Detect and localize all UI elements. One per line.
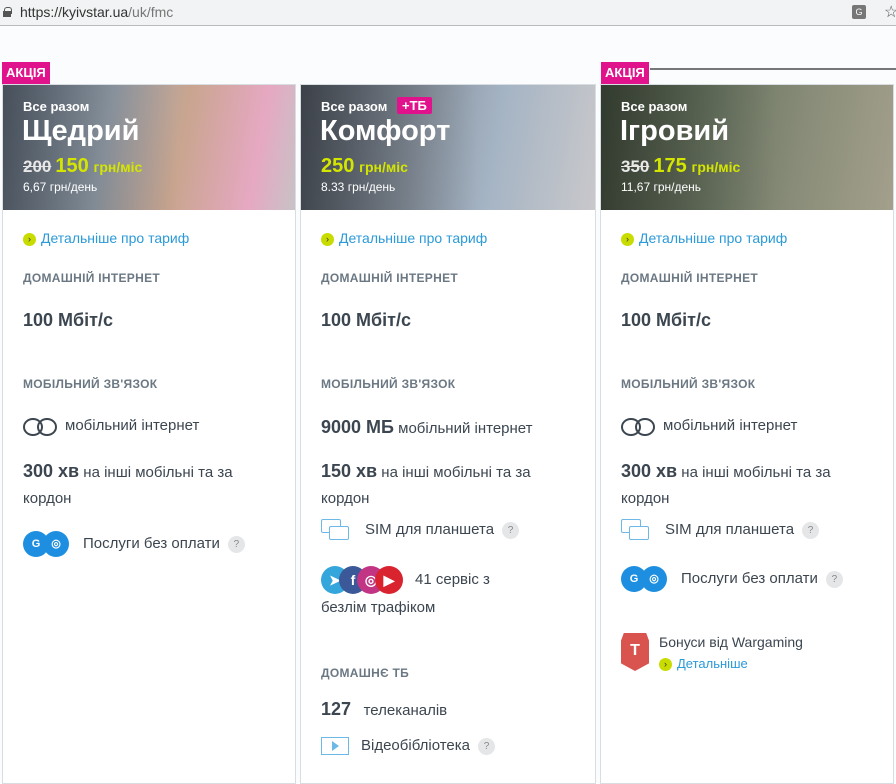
bundle-label: Все разом (621, 99, 688, 114)
internet-speed: 100 Мбіт/с (321, 310, 411, 330)
section-home-internet: ДОМАШНІЙ ІНТЕРНЕТ (23, 271, 161, 285)
tariff-price: 350 175 грн/міс (621, 155, 741, 177)
price-per-day: 8.33 грн/день (321, 180, 396, 194)
address-bar[interactable]: https://kyivstar.ua/uk/fmc G ☆ (0, 0, 896, 26)
infinity-icon (23, 417, 59, 437)
tariff-name: Комфорт (320, 115, 451, 147)
sim-tablet: SIM для планшета? (621, 519, 820, 541)
price-per-day: 6,67 грн/день (23, 180, 98, 194)
help-icon[interactable]: ? (502, 521, 520, 539)
infinity-icon (621, 417, 657, 437)
help-icon[interactable]: ? (227, 535, 245, 553)
promo-badge: АКЦІЯ (601, 62, 649, 84)
lock-icon (3, 7, 12, 17)
tariff-hero-image: Все разом +ТБ Комфорт 250 грн/міс 8.33 г… (301, 85, 595, 210)
tariff-price: 200 150 грн/міс (23, 155, 143, 177)
internet-speed: 100 Мбіт/с (23, 310, 113, 330)
translate-icon[interactable]: G (852, 5, 866, 19)
bookmark-star-icon[interactable]: ☆ (884, 2, 896, 22)
section-home-internet: ДОМАШНІЙ ІНТЕРНЕТ (321, 271, 459, 285)
chevron-right-icon: › (321, 232, 334, 246)
tariff-card-igrovyi: Все разом Ігровий 350 175 грн/міс 11,67 г… (600, 84, 894, 784)
section-mobile: МОБІЛЬНИЙ ЗВ'ЯЗОК (23, 377, 158, 391)
chevron-right-icon: › (23, 232, 36, 246)
social-apps-icon: ➤ f ◎ ▶ (321, 566, 405, 595)
free-services: G ◎ Послуги без оплати? (621, 566, 843, 592)
tariff-hero-image: Все разом Щедрий 200 150 грн/міс 6,67 грн… (3, 85, 295, 210)
minutes: 300 хв на інші мобільні та за кордон (621, 461, 831, 507)
chevron-right-icon: › (659, 658, 672, 672)
section-mobile: МОБІЛЬНИЙ ЗВ'ЯЗОК (321, 377, 456, 391)
tariff-details-link[interactable]: › Детальніше про тариф (621, 230, 787, 246)
sim-card-icon (621, 519, 651, 541)
sim-card-icon (321, 519, 351, 541)
services-icon: G ◎ (23, 531, 69, 557)
price-per-day: 11,67 грн/день (621, 180, 702, 194)
tariff-hero-image: Все разом Ігровий 350 175 грн/міс 11,67 г… (601, 85, 893, 210)
video-icon (321, 737, 349, 756)
help-icon[interactable]: ? (478, 737, 495, 755)
video-library: Відеобібліотека? (321, 737, 495, 756)
mobile-internet: мобільний інтернет (23, 417, 199, 437)
help-icon[interactable]: ? (825, 570, 843, 588)
bundle-label: Все разом (321, 99, 388, 114)
section-mobile: МОБІЛЬНИЙ ЗВ'ЯЗОК (621, 377, 756, 391)
chevron-right-icon: › (621, 232, 634, 246)
minutes: 300 хв на інші мобільні та за кордон (23, 461, 233, 507)
free-services: G ◎ Послуги без оплати? (23, 531, 245, 557)
divider (650, 68, 896, 70)
sim-tablet: SIM для планшета? (321, 519, 520, 541)
wargaming-logo-icon: T (621, 633, 649, 671)
wargaming-bonus: Бонуси від Wargaming (659, 634, 803, 650)
tariff-card-shchedryi: Все разом Щедрий 200 150 грн/міс 6,67 грн… (2, 84, 296, 784)
url-text[interactable]: https://kyivstar.ua/uk/fmc (20, 4, 173, 20)
minutes: 150 хв на інші мобільні та за кордон (321, 461, 531, 507)
tv-tag: +ТБ (397, 97, 432, 114)
mobile-internet: 9000 МБ мобільний інтернет (321, 417, 533, 437)
tariff-details-link[interactable]: › Детальніше про тариф (321, 230, 487, 246)
tariff-card-komfort: Все разом +ТБ Комфорт 250 грн/міс 8.33 г… (300, 84, 596, 784)
tariff-details-link[interactable]: › Детальніше про тариф (23, 230, 189, 246)
tariff-name: Ігровий (620, 115, 730, 147)
tariff-name: Щедрий (22, 115, 140, 147)
section-home-tv: ДОМАШНЄ ТБ (321, 666, 410, 680)
mobile-internet: мобільний інтернет (621, 417, 797, 437)
bundle-label: Все разом (23, 99, 90, 114)
wargaming-details-link[interactable]: › Детальніше (659, 656, 748, 672)
services-icon: G ◎ (621, 566, 667, 592)
unlimited-services: ➤ f ◎ ▶ 41 сервіс з безлім трафіком (321, 566, 490, 622)
promo-badge: АКЦІЯ (2, 62, 50, 84)
help-icon[interactable]: ? (802, 521, 820, 539)
tv-channels: 127 телеканалів (321, 699, 448, 719)
section-home-internet: ДОМАШНІЙ ІНТЕРНЕТ (621, 271, 759, 285)
internet-speed: 100 Мбіт/с (621, 310, 711, 330)
tariff-price: 250 грн/міс (321, 155, 408, 177)
